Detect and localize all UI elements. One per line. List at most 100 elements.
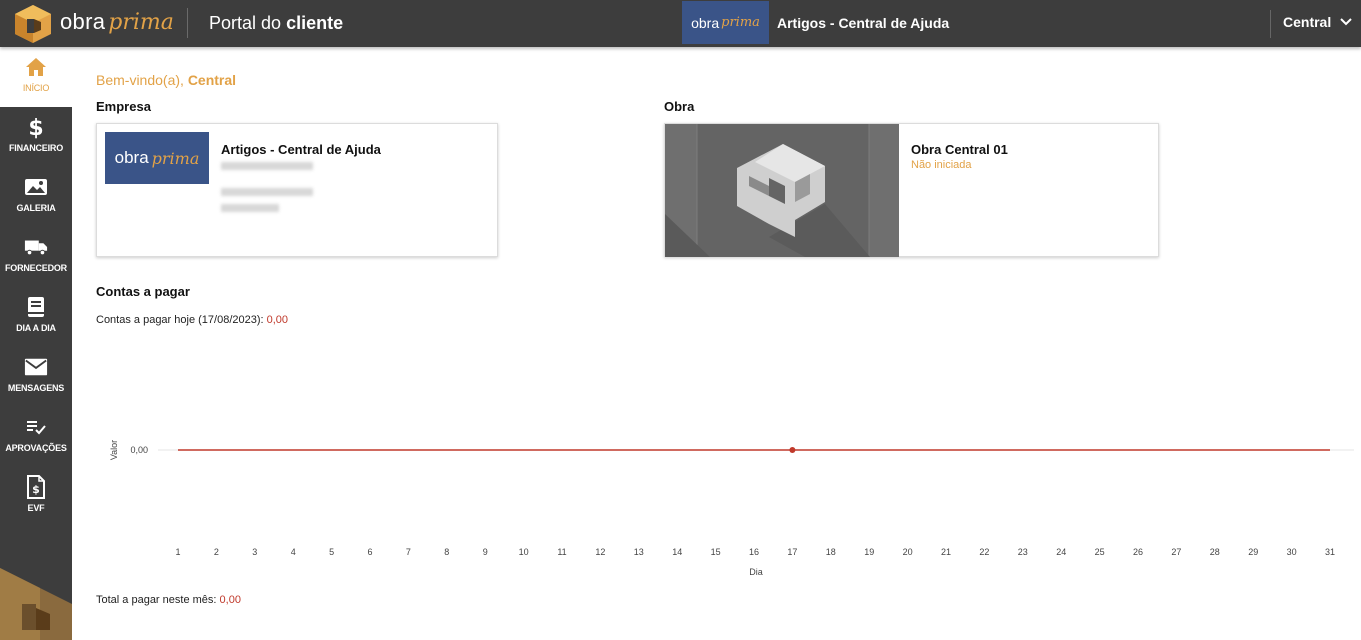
- empresa-name: Artigos - Central de Ajuda: [221, 142, 381, 157]
- redacted-text: [221, 162, 313, 170]
- sidebar-item-label: FINANCEIRO: [9, 143, 63, 153]
- x-tick-label: 29: [1248, 547, 1258, 557]
- user-name: Central: [1283, 14, 1332, 30]
- sidebar-item-fornecedor[interactable]: FORNECEDOR: [0, 227, 72, 287]
- portal-title-strong: cliente: [286, 13, 344, 33]
- empresa-logo-word-2: prima: [151, 148, 200, 168]
- contas-line-chart: 0,00Valor1 2 3 4 5 6 7 8 9 10 11 12 13 14 15 16 17 18 19 20…: [109, 440, 1354, 577]
- sidebar-item-aprovacoes[interactable]: APROVAÇÕES: [0, 407, 72, 467]
- empresa-card[interactable]: obra prima Artigos - Central de Ajuda: [96, 123, 498, 257]
- x-tick-label: 17: [787, 547, 797, 557]
- x-tick-label: 6: [367, 547, 372, 557]
- top-bar: obra prima Portal do cliente obra prima Ar…: [0, 0, 1361, 47]
- sidebar-item-label: GALERIA: [16, 203, 56, 213]
- svg-text:$: $: [32, 483, 40, 496]
- truck-icon: [24, 235, 48, 259]
- company-logo-thumb: obra prima: [682, 1, 769, 44]
- empresa-logo-word-1: obra: [114, 148, 149, 167]
- empresa-logo: obra prima: [105, 132, 209, 184]
- sidebar-item-label: APROVAÇÕES: [5, 443, 67, 453]
- portal-title-prefix: Portal do: [209, 13, 282, 33]
- x-tick-label: 23: [1018, 547, 1028, 557]
- checklist-icon: [24, 415, 48, 439]
- x-axis-label: Dia: [749, 567, 763, 577]
- x-tick-label: 8: [444, 547, 449, 557]
- x-tick-label: 7: [406, 547, 411, 557]
- x-tick-label: 22: [979, 547, 989, 557]
- x-tick-label: 15: [711, 547, 721, 557]
- sidebar-item-mensagens[interactable]: MENSAGENS: [0, 347, 72, 407]
- company-name: Artigos - Central de Ajuda: [777, 15, 950, 31]
- x-tick-label: 1: [175, 547, 180, 557]
- x-tick-label: 5: [329, 547, 334, 557]
- user-menu[interactable]: Central: [1283, 14, 1353, 30]
- mail-icon: [24, 355, 48, 379]
- x-tick-label: 30: [1287, 547, 1297, 557]
- welcome-name: Central: [187, 72, 237, 88]
- sidebar-item-inicio[interactable]: INÍCIO: [0, 47, 72, 107]
- x-tick-label: 19: [864, 547, 874, 557]
- x-tick-label: 24: [1056, 547, 1066, 557]
- obra-prima-logo-icon[interactable]: [14, 4, 52, 44]
- divider: [187, 8, 188, 38]
- x-tick-label: 4: [291, 547, 296, 557]
- x-tick-label: 11: [557, 547, 566, 557]
- divider: [1270, 10, 1271, 38]
- svg-text:$: $: [28, 116, 43, 139]
- x-tick-label: 18: [826, 547, 836, 557]
- sidebar-item-label: DIA A DIA: [16, 323, 56, 333]
- x-tick-label: 9: [483, 547, 488, 557]
- redacted-text: [221, 188, 313, 196]
- x-tick-label: 27: [1171, 547, 1181, 557]
- x-tick-label: 14: [672, 547, 682, 557]
- company-thumb-word-1: obra: [691, 14, 720, 31]
- image-icon: [24, 175, 48, 199]
- x-tick-label: 10: [519, 547, 529, 557]
- sidebar: INÍCIO $ FINANCEIRO GALERIA FORNECEDOR D…: [0, 47, 72, 640]
- data-point: [789, 447, 796, 453]
- book-icon: [24, 295, 48, 319]
- redacted-text: [221, 204, 279, 212]
- x-tick-label: 31: [1325, 547, 1335, 557]
- contas-hoje-label: Contas a pagar hoje (17/08/2023):: [96, 314, 264, 326]
- empresa-section-title: Empresa: [96, 99, 151, 114]
- obra-section-title: Obra: [664, 99, 695, 114]
- sidebar-item-dia-a-dia[interactable]: DIA A DIA: [0, 287, 72, 347]
- sidebar-item-label: INÍCIO: [22, 83, 50, 93]
- y-axis-label: Valor: [109, 440, 119, 460]
- y-tick-label: 0,00: [130, 445, 148, 455]
- obra-name: Obra Central 01: [911, 142, 1008, 157]
- chevron-down-icon: [1340, 18, 1352, 26]
- obra-card[interactable]: Obra Central 01 Não iniciada: [664, 123, 1159, 257]
- x-tick-label: 25: [1095, 547, 1105, 557]
- home-icon: [24, 55, 48, 79]
- sidebar-item-label: MENSAGENS: [7, 383, 65, 393]
- x-tick-label: 20: [903, 547, 913, 557]
- contas-section-title: Contas a pagar: [96, 284, 190, 299]
- contas-mes-label: Total a pagar neste mês:: [96, 594, 217, 606]
- company-thumb-word-2: prima: [721, 15, 760, 30]
- sidebar-item-galeria[interactable]: GALERIA: [0, 167, 72, 227]
- contas-hoje: Contas a pagar hoje (17/08/2023): 0,00: [96, 314, 288, 326]
- x-tick-label: 13: [634, 547, 644, 557]
- decorative-logo-icon: [0, 568, 72, 640]
- dollar-icon: $: [24, 115, 48, 139]
- sidebar-item-financeiro[interactable]: $ FINANCEIRO: [0, 107, 72, 167]
- sidebar-item-label: FORNECEDOR: [4, 263, 67, 273]
- x-tick-label: 26: [1133, 547, 1143, 557]
- brand-word-1: obra: [60, 9, 106, 34]
- contas-mes-value: 0,00: [219, 594, 241, 606]
- x-tick-label: 3: [252, 547, 257, 557]
- contas-hoje-value: 0,00: [266, 314, 289, 326]
- portal-title: Portal do cliente: [209, 13, 343, 34]
- brand-word-2: prima: [108, 10, 174, 35]
- sidebar-item-evf[interactable]: $ EVF: [0, 467, 72, 527]
- x-tick-label: 21: [941, 547, 951, 557]
- contas-mes: Total a pagar neste mês: 0,00: [96, 594, 241, 606]
- dollar-document-icon: $: [24, 475, 48, 499]
- x-tick-label: 16: [749, 547, 759, 557]
- welcome-message: Bem-vindo(a), Central: [96, 72, 236, 88]
- obra-placeholder-image: [665, 124, 899, 257]
- x-tick-label: 28: [1210, 547, 1220, 557]
- brand-logo-text[interactable]: obra prima: [60, 9, 174, 35]
